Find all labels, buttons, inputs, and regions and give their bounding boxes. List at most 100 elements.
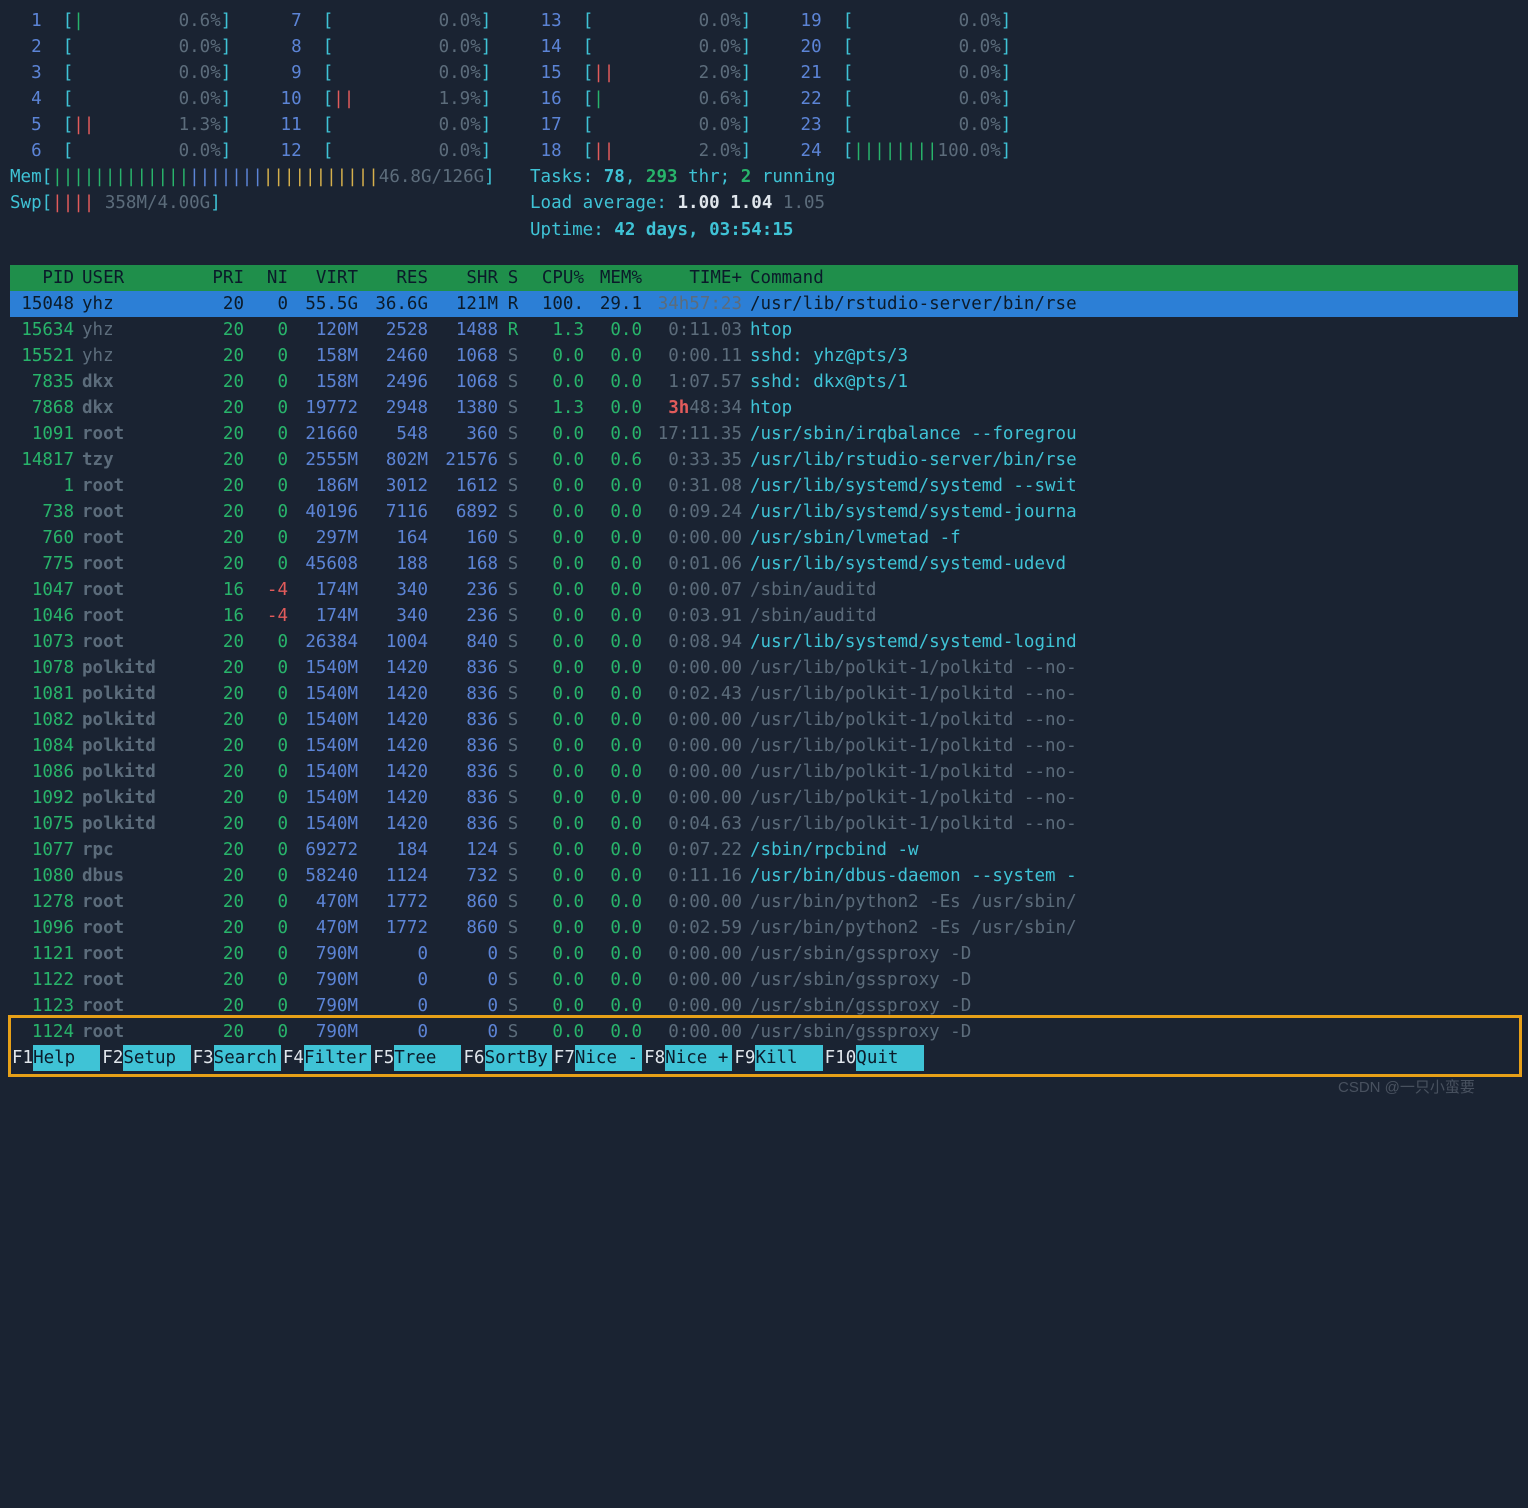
cpu-meter-18: 18 [|| 2.0%] [530, 138, 790, 164]
flabel-filter[interactable]: Filter [304, 1045, 371, 1071]
cpu-meter-19: 19 [ 0.0%] [790, 8, 1050, 34]
swp-meter: Swp[|||| 358M/4.00G] [10, 190, 530, 216]
fkey-f2[interactable]: F2 [100, 1045, 123, 1071]
process-row[interactable]: 1123root200790M00S0.00.00:00.00/usr/sbin… [10, 993, 1518, 1019]
process-row[interactable]: 7835dkx200158M24961068S0.00.01:07.57sshd… [10, 369, 1518, 395]
flabel-nice--[interactable]: Nice - [575, 1045, 642, 1071]
process-row[interactable]: 1075polkitd2001540M1420836S0.00.00:04.63… [10, 811, 1518, 837]
process-table-header[interactable]: PID USER PRI NI VIRT RES SHR S CPU% MEM%… [10, 265, 1518, 291]
process-row[interactable]: 15634yhz200120M25281488R1.30.00:11.03hto… [10, 317, 1518, 343]
flabel-quit[interactable]: Quit [856, 1045, 923, 1071]
col-shr[interactable]: SHR [428, 265, 498, 291]
flabel-nice-+[interactable]: Nice + [665, 1045, 732, 1071]
process-row[interactable]: 1073root200263841004840S0.00.00:08.94/us… [10, 629, 1518, 655]
process-row[interactable]: 1278root200470M1772860S0.00.00:00.00/usr… [10, 889, 1518, 915]
cpu-meter-12: 12 [ 0.0%] [270, 138, 530, 164]
cpu-meter-13: 13 [ 0.0%] [530, 8, 790, 34]
col-virt[interactable]: VIRT [288, 265, 358, 291]
col-cmd[interactable]: Command [742, 265, 1518, 291]
process-row[interactable]: 7868dkx2001977229481380S1.30.03h48:34hto… [10, 395, 1518, 421]
cpu-meter-2: 2 [ 0.0%] [10, 34, 270, 60]
tasks-label: Tasks: [530, 167, 604, 187]
fkey-f6[interactable]: F6 [461, 1045, 484, 1071]
mem-value: 46.8G/126G [379, 167, 484, 187]
process-row[interactable]: 1122root200790M00S0.00.00:00.00/usr/sbin… [10, 967, 1518, 993]
tasks-running: 2 [741, 167, 752, 187]
process-row[interactable]: 775root20045608188168S0.00.00:01.06/usr/… [10, 551, 1518, 577]
watermark: CSDN @一只小蛮要 [1338, 1077, 1475, 1099]
process-row[interactable]: 1086polkitd2001540M1420836S0.00.00:00.00… [10, 759, 1518, 785]
loadavg-2: 1.04 [730, 193, 772, 213]
uptime-row: Uptime: 42 days, 03:54:15 [10, 217, 1518, 243]
flabel-search[interactable]: Search [214, 1045, 281, 1071]
swp-and-load-row: Swp[|||| 358M/4.00G] Load average: 1.00 … [10, 190, 1518, 216]
fkey-f9[interactable]: F9 [732, 1045, 755, 1071]
fkey-f1[interactable]: F1 [10, 1045, 33, 1071]
process-row[interactable]: 1121root200790M00S0.00.00:00.00/usr/sbin… [10, 941, 1518, 967]
cpu-meter-20: 20 [ 0.0%] [790, 34, 1050, 60]
fkey-f8[interactable]: F8 [642, 1045, 665, 1071]
process-row[interactable]: 738root2004019671166892S0.00.00:09.24/us… [10, 499, 1518, 525]
fkey-f7[interactable]: F7 [552, 1045, 575, 1071]
process-row[interactable]: 1077rpc20069272184124S0.00.00:07.22/sbin… [10, 837, 1518, 863]
process-row[interactable]: 1046root16-4174M340236S0.00.00:03.91/sbi… [10, 603, 1518, 629]
process-row[interactable]: 1092polkitd2001540M1420836S0.00.00:00.00… [10, 785, 1518, 811]
flabel-tree[interactable]: Tree [394, 1045, 461, 1071]
swp-label: Swp [10, 193, 42, 213]
cpu-meter-3: 3 [ 0.0%] [10, 60, 270, 86]
process-row[interactable]: 760root200297M164160S0.00.00:00.00/usr/s… [10, 525, 1518, 551]
fkey-f3[interactable]: F3 [191, 1045, 214, 1071]
mem-and-tasks-row: Mem[|||||||||||||||||||||||||||||||46.8G… [10, 164, 1518, 190]
process-row[interactable]: 1080dbus200582401124732S0.00.00:11.16/us… [10, 863, 1518, 889]
col-pri[interactable]: PRI [186, 265, 244, 291]
col-cpu[interactable]: CPU% [524, 265, 584, 291]
cpu-meter-16: 16 [| 0.6%] [530, 86, 790, 112]
col-pid[interactable]: PID [10, 265, 78, 291]
process-row[interactable]: 14817tzy2002555M802M21576S0.00.60:33.35/… [10, 447, 1518, 473]
cpu-meter-8: 8 [ 0.0%] [270, 34, 530, 60]
process-table-body[interactable]: 15048yhz20055.5G36.6G121MR100.29.134h57:… [10, 291, 1518, 1045]
mem-meter: Mem[|||||||||||||||||||||||||||||||46.8G… [10, 164, 530, 190]
cpu-meter-7: 7 [ 0.0%] [270, 8, 530, 34]
process-row[interactable]: 1078polkitd2001540M1420836S0.00.00:00.00… [10, 655, 1518, 681]
mem-bar: ||||||||||||||||||||||||||||||| [52, 167, 379, 187]
loadavg-label: Load average: [530, 193, 678, 213]
fkey-f5[interactable]: F5 [371, 1045, 394, 1071]
col-res[interactable]: RES [358, 265, 428, 291]
col-time[interactable]: TIME+ [642, 265, 742, 291]
process-row[interactable]: 1root200186M30121612S0.00.00:31.08/usr/l… [10, 473, 1518, 499]
fkey-f10[interactable]: F10 [823, 1045, 857, 1071]
col-ni[interactable]: NI [244, 265, 288, 291]
cpu-meter-21: 21 [ 0.0%] [790, 60, 1050, 86]
process-row[interactable]: 1096root200470M1772860S0.00.00:02.59/usr… [10, 915, 1518, 941]
process-row[interactable]: 1124root200790M00S0.00.00:00.00/usr/sbin… [10, 1019, 1518, 1045]
uptime-label: Uptime: [530, 220, 614, 240]
load-average: Load average: 1.00 1.04 1.05 [530, 190, 825, 216]
loadavg-1: 1.00 [678, 193, 720, 213]
flabel-sortby[interactable]: SortBy [485, 1045, 552, 1071]
flabel-setup[interactable]: Setup [123, 1045, 190, 1071]
cpu-meter-6: 6 [ 0.0%] [10, 138, 270, 164]
process-row[interactable]: 15521yhz200158M24601068S0.00.00:00.11ssh… [10, 343, 1518, 369]
flabel-help[interactable]: Help [33, 1045, 100, 1071]
process-row[interactable]: 15048yhz20055.5G36.6G121MR100.29.134h57:… [10, 291, 1518, 317]
process-row[interactable]: 1047root16-4174M340236S0.00.00:00.07/sbi… [10, 577, 1518, 603]
process-row[interactable]: 1091root20021660548360S0.00.017:11.35/us… [10, 421, 1518, 447]
swp-value: 358M/4.00G [105, 193, 210, 213]
fkey-f4[interactable]: F4 [281, 1045, 304, 1071]
col-mem[interactable]: MEM% [584, 265, 642, 291]
tasks-threads: 293 [646, 167, 678, 187]
swp-bar: |||| [52, 193, 94, 213]
cpu-meter-17: 17 [ 0.0%] [530, 112, 790, 138]
mem-label: Mem [10, 167, 42, 187]
flabel-kill[interactable]: Kill [755, 1045, 822, 1071]
process-row[interactable]: 1082polkitd2001540M1420836S0.00.00:00.00… [10, 707, 1518, 733]
cpu-meter-14: 14 [ 0.0%] [530, 34, 790, 60]
cpu-meter-10: 10 [|| 1.9%] [270, 86, 530, 112]
function-key-bar[interactable]: F1Help F2Setup F3SearchF4FilterF5Tree F6… [10, 1045, 1518, 1071]
process-row[interactable]: 1081polkitd2001540M1420836S0.00.00:02.43… [10, 681, 1518, 707]
col-user[interactable]: USER [78, 265, 186, 291]
process-row[interactable]: 1084polkitd2001540M1420836S0.00.00:00.00… [10, 733, 1518, 759]
cpu-meter-11: 11 [ 0.0%] [270, 112, 530, 138]
col-s[interactable]: S [498, 265, 524, 291]
